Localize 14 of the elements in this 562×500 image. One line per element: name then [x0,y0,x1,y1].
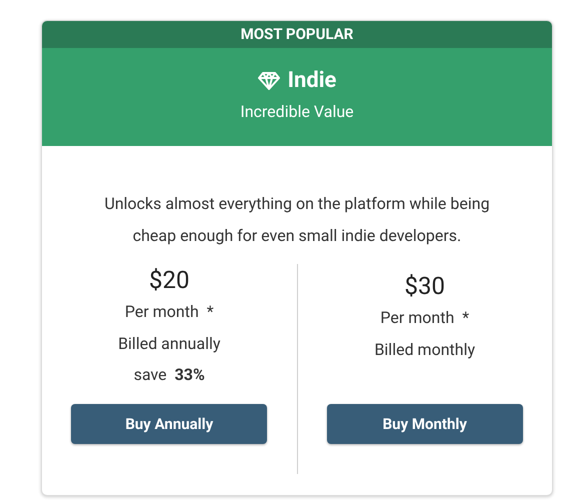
plan-description: Unlocks almost everything on the platform while being cheap enough for even small indie developers. [103,193,491,247]
buy-button[interactable]: Buy Monthly [326,404,523,444]
price-period: Per month * [380,307,470,329]
plan-tagline: Incredible Value [240,101,354,123]
saving-note: save 33% [134,364,205,386]
price: $30 [404,271,445,302]
diamond-icon [258,71,280,91]
price: $20 [149,265,190,296]
price-period: Per month * [124,301,214,323]
plan-name: Indie [288,70,336,92]
most-popular-banner: MOST POPULAR [42,21,552,48]
buy-button[interactable]: Buy Annually [71,404,268,444]
billing-note: Billed monthly [374,339,476,361]
billing-note: Billed annually [118,333,220,355]
